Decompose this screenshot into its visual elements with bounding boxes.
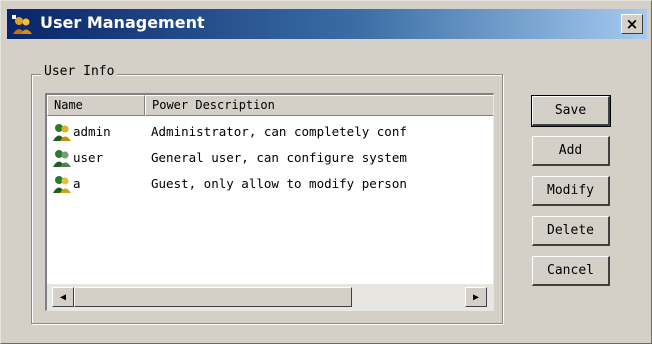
save-button[interactable]: Save (531, 95, 611, 127)
title-bar[interactable]: User Management × (7, 9, 647, 39)
scroll-left-button[interactable]: ◀ (52, 287, 74, 307)
row-name: user (73, 150, 104, 165)
user-icon (53, 150, 71, 167)
list-header: Name Power Description (47, 95, 493, 116)
user-management-app-icon (12, 15, 32, 34)
modify-button[interactable]: Modify (532, 176, 610, 206)
column-header-power-description[interactable]: Power Description (145, 95, 493, 116)
list-item-user[interactable]: user General user, can configure system (47, 146, 493, 170)
scrollbar-thumb[interactable] (74, 287, 352, 307)
arrow-right-icon: ▶ (472, 291, 480, 303)
scroll-right-button[interactable]: ▶ (465, 287, 487, 307)
guest-user-icon (53, 176, 71, 193)
user-info-group-label: User Info (41, 64, 118, 79)
cancel-button[interactable]: Cancel (532, 256, 610, 286)
close-button[interactable]: × (621, 14, 643, 34)
user-management-dialog: User Management × User Info Name Power D… (0, 0, 652, 344)
row-description: General user, can configure system (151, 150, 407, 165)
row-description: Administrator, can completely conf (151, 124, 407, 139)
list-item-admin[interactable]: admin Administrator, can completely conf (47, 120, 493, 144)
row-name: a (73, 176, 81, 191)
delete-button[interactable]: Delete (532, 216, 610, 246)
window-title: User Management (40, 13, 205, 32)
add-button[interactable]: Add (532, 136, 610, 166)
arrow-left-icon: ◀ (59, 291, 67, 303)
close-icon: × (625, 14, 639, 33)
user-list[interactable]: Name Power Description admin Administrat… (45, 93, 494, 311)
row-description: Guest, only allow to modify person (151, 176, 407, 191)
column-header-name[interactable]: Name (47, 95, 145, 116)
list-item-guest[interactable]: a Guest, only allow to modify person (47, 172, 493, 196)
horizontal-scrollbar[interactable]: ◀ ▶ (47, 284, 493, 310)
admin-user-icon (53, 124, 71, 141)
row-name: admin (73, 124, 111, 139)
